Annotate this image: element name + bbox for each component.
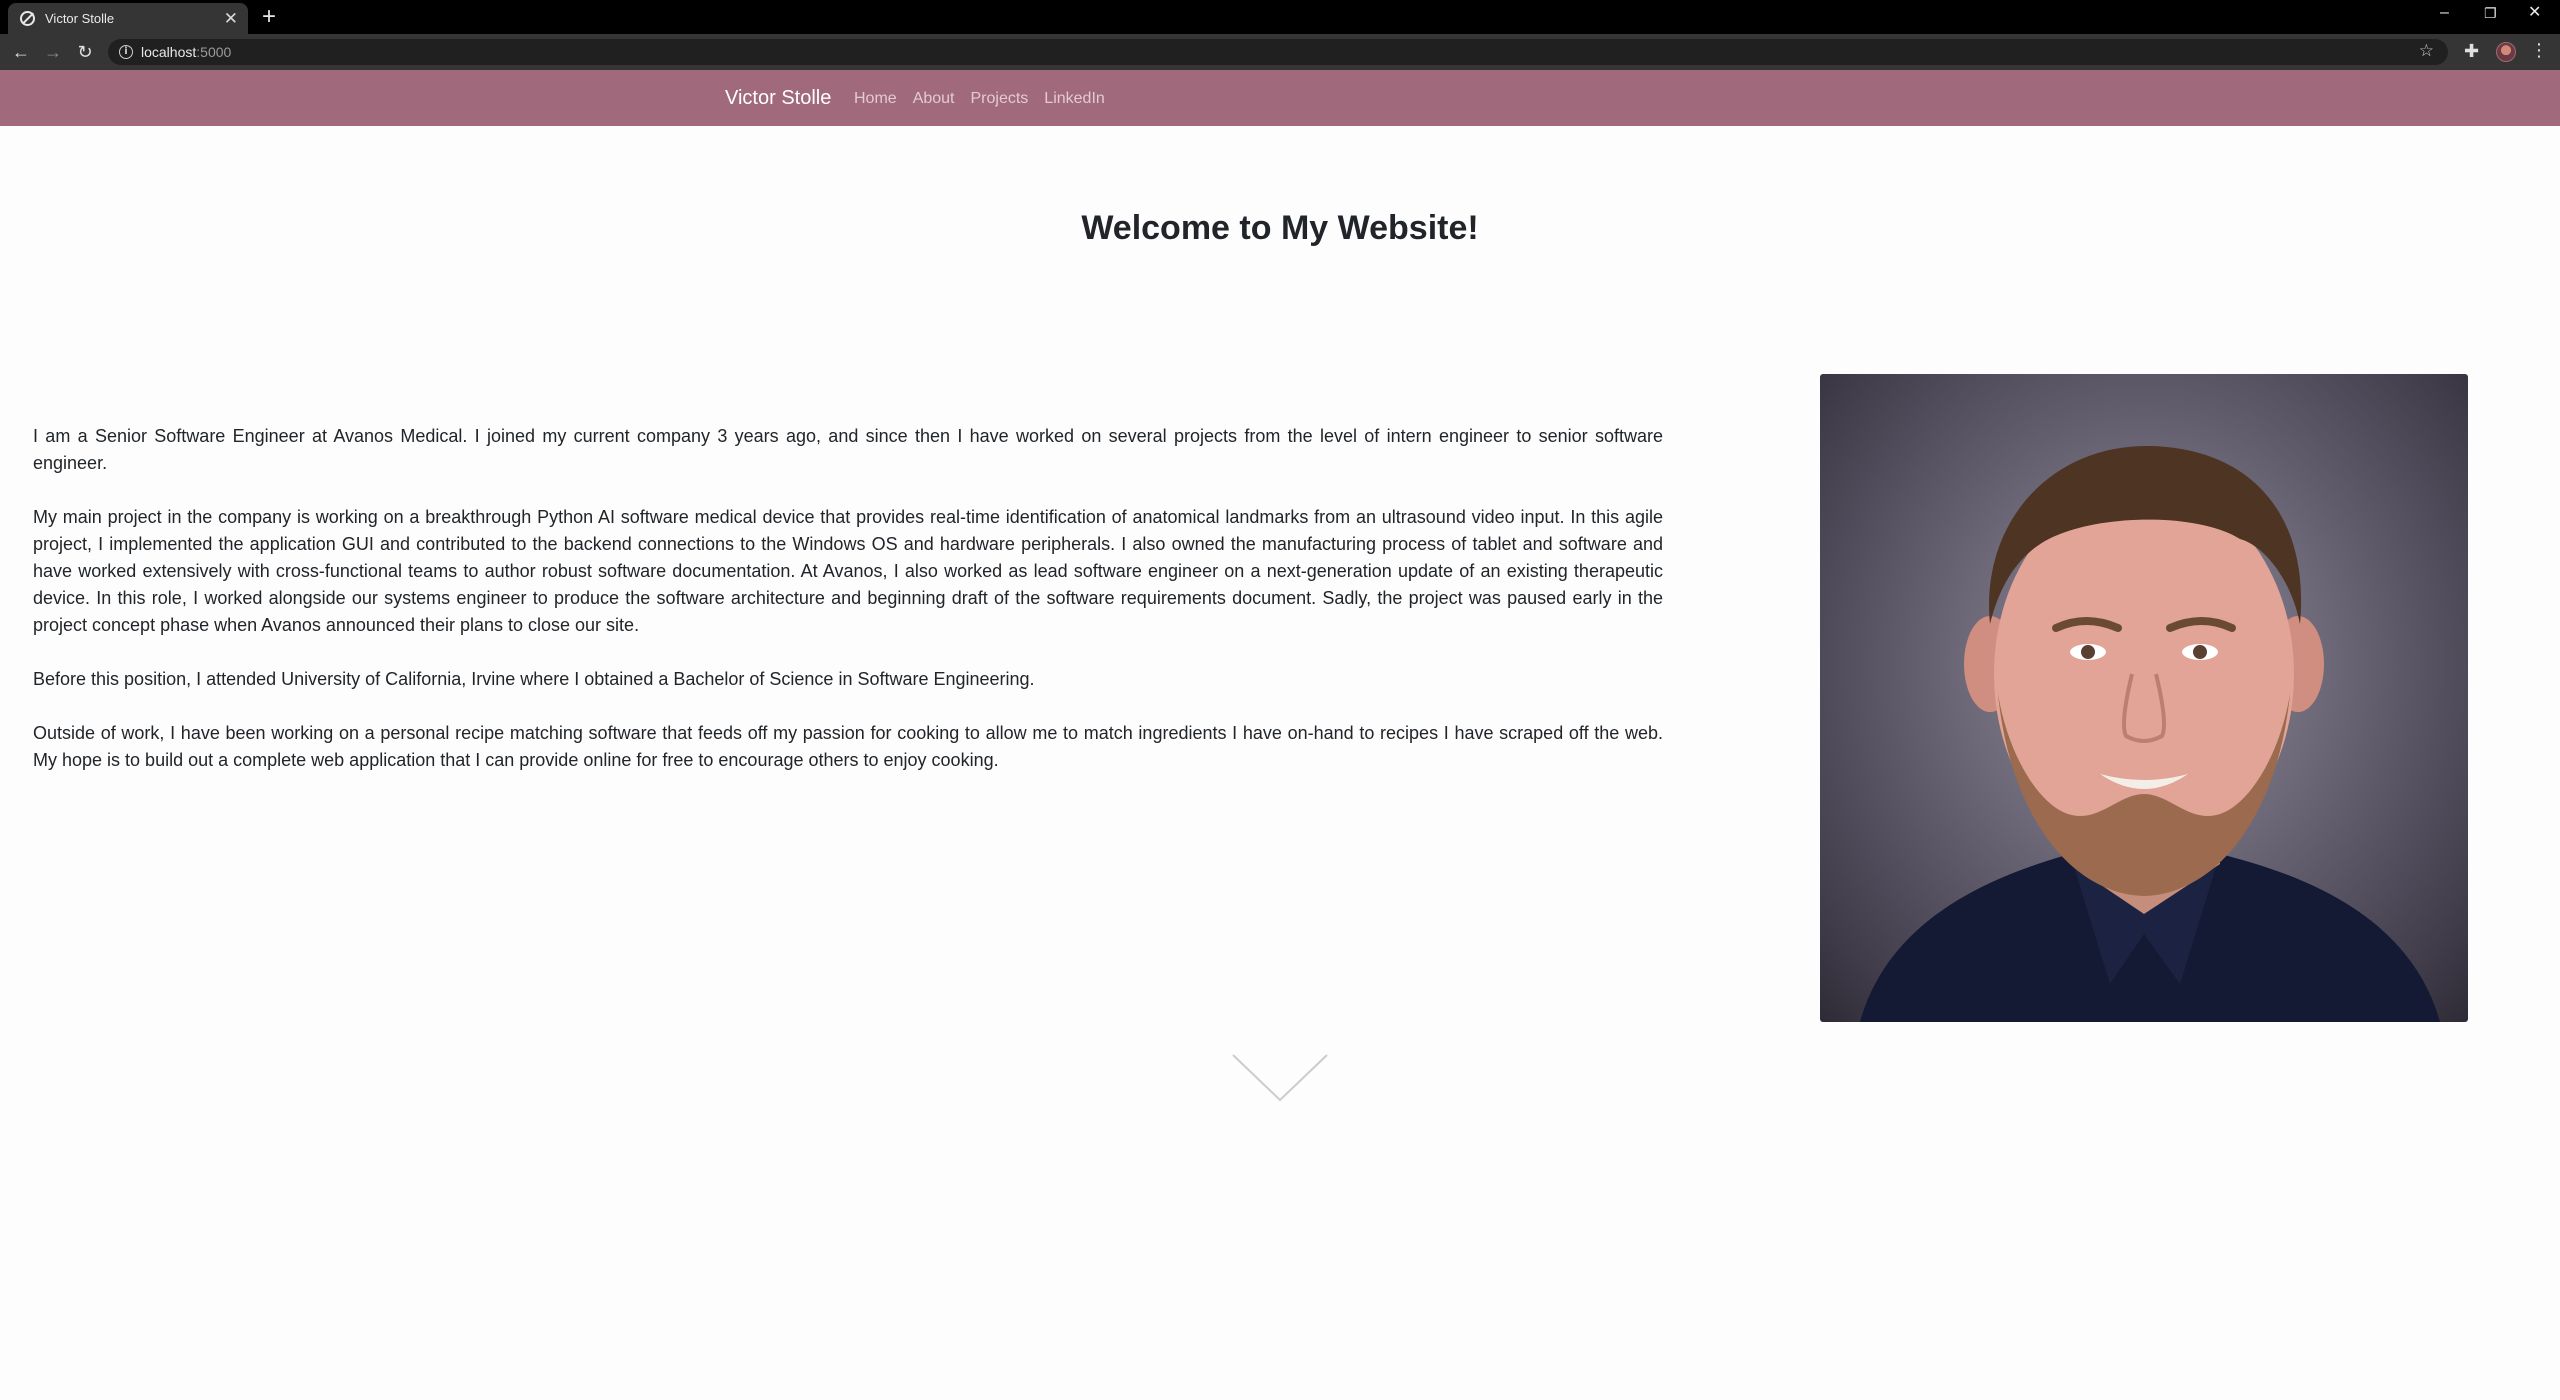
portrait-illustration xyxy=(1860,445,2440,1022)
page-title: Welcome to My Website! xyxy=(1081,209,1479,247)
bio-paragraph: Before this position, I attended Univers… xyxy=(33,669,1035,689)
browser-tab-strip: Victor Stolle ✕ + – ❐ ✕ xyxy=(0,0,2560,34)
brand-link[interactable]: Victor Stolle xyxy=(725,85,831,111)
minimize-icon[interactable]: – xyxy=(2440,3,2449,23)
plus-icon[interactable]: + xyxy=(262,5,276,29)
bio-text: I am a Senior Software Engineer at Avano… xyxy=(33,423,1663,801)
close-icon[interactable]: ✕ xyxy=(224,10,238,27)
star-icon[interactable]: ☆ xyxy=(2419,41,2434,61)
info-icon[interactable]: i xyxy=(119,45,133,59)
nav-projects[interactable]: Projects xyxy=(971,88,1029,110)
kebab-menu-icon[interactable]: ⋮ xyxy=(2530,40,2548,61)
restore-icon[interactable]: ❐ xyxy=(2484,3,2497,23)
bio-paragraph: I am a Senior Software Engineer at Avano… xyxy=(33,426,1663,473)
nav-linkedin[interactable]: LinkedIn xyxy=(1044,88,1105,110)
site-navbar: Victor Stolle Home About Projects Linked… xyxy=(0,70,2560,126)
nav-about[interactable]: About xyxy=(913,88,955,110)
browser-tab[interactable]: Victor Stolle ✕ xyxy=(8,3,248,34)
puzzle-icon[interactable]: ✚ xyxy=(2464,41,2479,62)
forward-arrow-icon[interactable]: → xyxy=(42,41,64,63)
avatar[interactable] xyxy=(2496,42,2516,62)
nav-links: Home About Projects LinkedIn xyxy=(854,88,1105,110)
chevron-down-icon[interactable] xyxy=(1230,1052,1330,1106)
reload-icon[interactable]: ↻ xyxy=(74,41,96,63)
address-bar[interactable]: i localhost:5000 ☆ xyxy=(108,39,2448,65)
bio-paragraph: Outside of work, I have been working on … xyxy=(33,723,1663,770)
window-close-icon[interactable]: ✕ xyxy=(2528,3,2541,23)
url-text: localhost:5000 xyxy=(141,44,232,60)
profile-photo xyxy=(1820,374,2468,1022)
tab-title: Victor Stolle xyxy=(45,11,115,26)
globe-favicon-icon xyxy=(20,11,35,26)
back-arrow-icon[interactable]: ← xyxy=(10,41,32,63)
browser-toolbar: ← → ↻ i localhost:5000 ☆ ✚ ⋮ xyxy=(0,34,2560,70)
bio-paragraph: My main project in the company is workin… xyxy=(33,507,1663,635)
nav-home[interactable]: Home xyxy=(854,88,897,110)
